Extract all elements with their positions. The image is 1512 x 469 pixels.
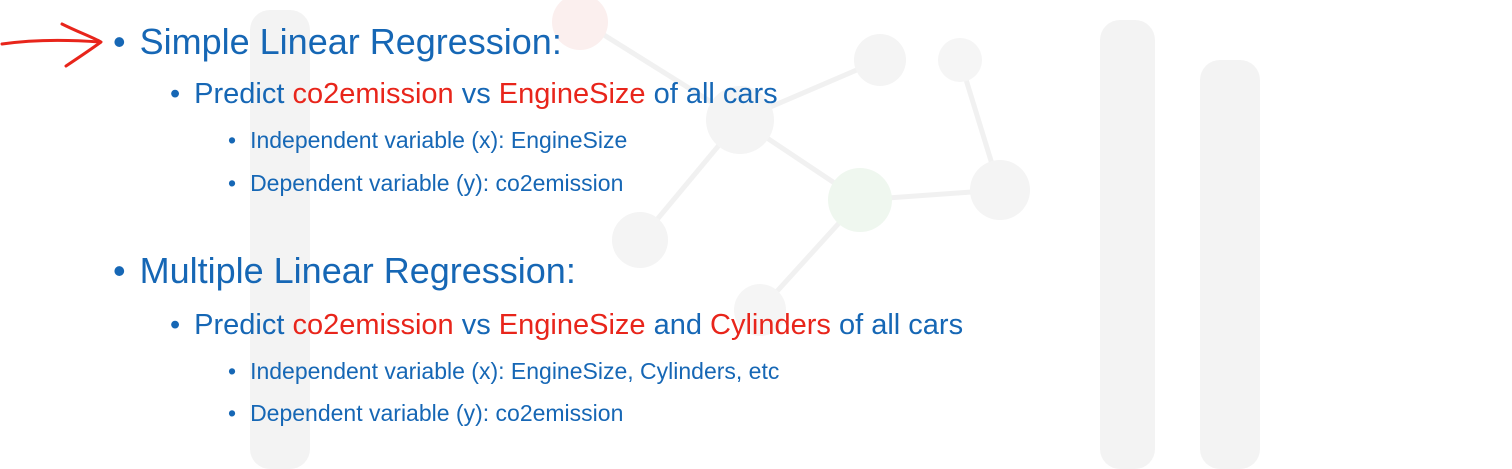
detail-dependent-variable-simple: • Dependent variable (y): co2emission bbox=[228, 168, 623, 198]
target-variable-highlight: co2emission bbox=[292, 78, 454, 110]
bullet: • bbox=[228, 400, 237, 426]
feature-highlight: EngineSize bbox=[498, 78, 646, 110]
bullet: • bbox=[113, 21, 126, 62]
suffix-text: of all cars bbox=[653, 78, 778, 110]
detail-independent-variable-multiple: • Independent variable (x): EngineSize, C… bbox=[228, 356, 779, 386]
slide: • Simple Linear Regression: • Predict co2e… bbox=[0, 0, 1512, 469]
bullet: • bbox=[113, 250, 126, 291]
connector-word: and bbox=[653, 309, 702, 341]
bullet: • bbox=[228, 358, 237, 384]
detail-independent-variable-simple: • Independent variable (x): EngineSize bbox=[228, 125, 627, 155]
target-variable-highlight: co2emission bbox=[292, 309, 454, 341]
heading-text: Simple Linear Regression: bbox=[139, 21, 562, 62]
detail-text: Independent variable (x): EngineSize, Cy… bbox=[250, 358, 780, 384]
predict-word: Predict bbox=[194, 309, 285, 341]
detail-text: Dependent variable (y): co2emission bbox=[250, 400, 624, 426]
heading-text: Multiple Linear Regression: bbox=[139, 250, 576, 291]
section-heading-simple-linear-regression: • Simple Linear Regression: bbox=[113, 20, 562, 64]
background-watermark-graphic bbox=[250, 0, 1260, 469]
feature-highlight: EngineSize bbox=[498, 309, 646, 341]
connector-word: vs bbox=[461, 309, 491, 341]
bullet: • bbox=[170, 309, 181, 341]
connector-word: vs bbox=[461, 78, 491, 110]
bullet: • bbox=[170, 78, 181, 110]
detail-text: Dependent variable (y): co2emission bbox=[250, 170, 624, 196]
feature-highlight: Cylinders bbox=[710, 309, 831, 341]
section-heading-multiple-linear-regression: • Multiple Linear Regression: bbox=[113, 249, 576, 293]
predict-word: Predict bbox=[194, 78, 285, 110]
red-hand-drawn-arrow-icon bbox=[0, 22, 103, 68]
sub-bullet-predict-multiple: • Predict co2emission vs EngineSize and C… bbox=[170, 307, 963, 343]
bullet: • bbox=[228, 127, 237, 153]
sub-bullet-predict-simple: • Predict co2emission vs EngineSize of al… bbox=[170, 76, 778, 112]
suffix-text: of all cars bbox=[838, 309, 964, 341]
bullet: • bbox=[228, 170, 237, 196]
detail-text: Independent variable (x): EngineSize bbox=[250, 127, 628, 153]
detail-dependent-variable-multiple: • Dependent variable (y): co2emission bbox=[228, 398, 623, 428]
